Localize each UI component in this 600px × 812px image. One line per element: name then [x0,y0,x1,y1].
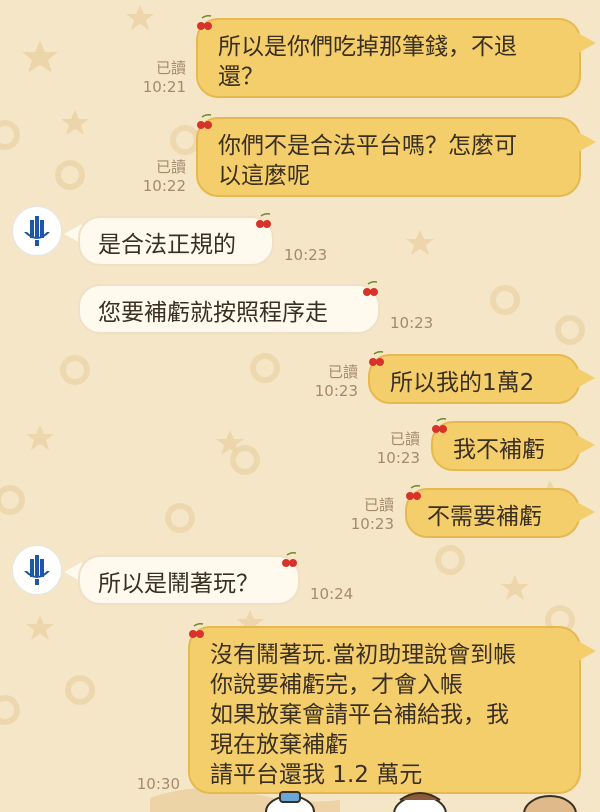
outgoing-message[interactable]: 我不補虧 [431,421,580,471]
message-text: 是合法正規的 [98,232,236,258]
cherry-icon [363,281,378,296]
building-logo-icon [24,555,50,585]
outgoing-message[interactable]: 不需要補虧 [405,488,580,538]
message-text: 您要補虧就按照程序走 [98,300,328,326]
cherry-icon [197,114,212,129]
cherry-icon [406,485,421,500]
message-text: 你們不是合法平台嗎？怎麼可 以這麼呢 [218,133,517,189]
message-text: 所以是鬧著玩？ [98,571,259,597]
message-text: 所以是你們吃掉那筆錢，不退 還？ [218,34,517,90]
outgoing-message[interactable]: 你們不是合法平台嗎？怎麼可 以這麼呢 [196,117,581,197]
message-text: 我不補虧 [453,437,545,463]
incoming-message[interactable]: 是合法正規的 [78,216,274,266]
read-receipt: 已讀 10:23 [314,363,358,400]
wallpaper-characters [265,791,577,812]
message-text: 沒有鬧著玩.當初助理說會到帳 你說要補虧完，才會入帳 如果放棄會請平台補給我，我… [210,642,517,788]
read-receipt: 已讀 10:21 [142,59,186,96]
building-logo-icon [24,216,50,246]
outgoing-message[interactable]: 沒有鬧著玩.當初助理說會到帳 你說要補虧完，才會入帳 如果放棄會請平台補給我，我… [188,626,581,794]
incoming-message[interactable]: 您要補虧就按照程序走 [78,284,380,334]
message-text: 不需要補虧 [427,504,542,530]
avatar[interactable] [12,545,62,595]
message-time: 10:24 [310,585,354,603]
cherry-icon [197,15,212,30]
cherry-icon [369,351,384,366]
message-time: 10:30 [136,775,180,793]
cherry-icon [189,623,204,638]
outgoing-message[interactable]: 所以是你們吃掉那筆錢，不退 還？ [196,18,581,98]
message-text: 所以我的1萬2 [390,370,535,396]
message-time: 10:23 [390,314,434,332]
read-receipt: 已讀 10:23 [350,496,394,533]
cherry-icon [432,418,447,433]
avatar[interactable] [12,206,62,256]
incoming-message[interactable]: 所以是鬧著玩？ [78,555,300,605]
read-receipt: 已讀 10:22 [142,158,186,195]
message-time: 10:23 [284,246,328,264]
cherry-icon [256,213,271,228]
read-receipt: 已讀 10:23 [376,430,420,467]
outgoing-message[interactable]: 所以我的1萬2 [368,354,580,404]
cherry-icon [282,552,297,567]
